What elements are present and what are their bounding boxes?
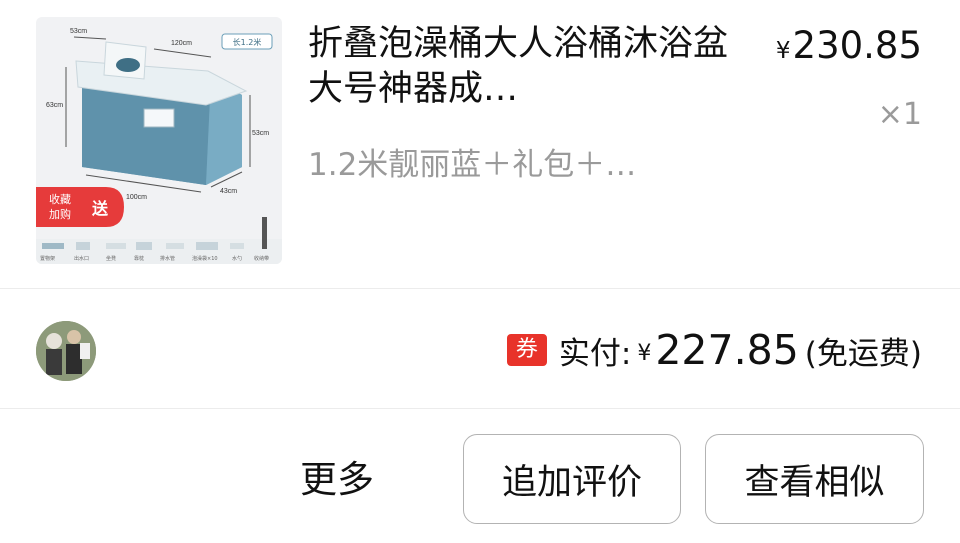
store-avatar[interactable] xyxy=(36,321,96,381)
product-title[interactable]: 折叠泡澡桶大人浴桶沐浴盆大号神器成… xyxy=(308,22,728,112)
shipping-note: (免运费) xyxy=(804,335,922,372)
accessory-label: 置物架 xyxy=(40,255,55,262)
accessory-label: 泡澡袋×10 xyxy=(192,255,218,262)
paid-amount: 券 实付: ¥ 227.85 (免运费) xyxy=(506,325,922,375)
add-review-button[interactable]: 追加评价 xyxy=(463,434,681,524)
accessory-label: 靠枕 xyxy=(134,255,144,262)
promo-gift: 送 xyxy=(91,199,109,218)
product-quantity: ×1 xyxy=(877,97,922,132)
dimension-label: 53cm xyxy=(252,130,269,137)
accessory-label: 出水口 xyxy=(74,255,89,262)
dimension-label: 43cm xyxy=(220,188,237,195)
order-item-row[interactable]: 53cm 120cm 63cm 53cm 100cm 43cm 长1.2米 收藏… xyxy=(0,0,960,288)
paid-label: 实付: xyxy=(558,335,632,372)
accessory-label: 坐凳 xyxy=(106,255,116,262)
dimension-label: 120cm xyxy=(171,40,192,47)
dimension-label: 100cm xyxy=(126,194,147,201)
paid-currency: ¥ xyxy=(637,340,652,366)
view-similar-button[interactable]: 查看相似 xyxy=(705,434,924,524)
divider xyxy=(0,408,960,409)
accessory-label: 水勺 xyxy=(232,255,242,262)
product-price: ¥230.85 xyxy=(776,22,922,75)
promo-label: 收藏 xyxy=(49,192,71,206)
product-thumbnail[interactable]: 53cm 120cm 63cm 53cm 100cm 43cm 长1.2米 收藏… xyxy=(36,17,282,264)
product-spec: 1.2米靓丽蓝＋礼包＋… xyxy=(308,147,637,183)
accessory-label: 收纳带 xyxy=(254,255,269,262)
price-currency: ¥ xyxy=(775,38,791,64)
coupon-icon: 券 xyxy=(506,334,547,366)
payment-row: 券 实付: ¥ 227.85 (免运费) xyxy=(0,289,960,409)
more-button[interactable]: 更多 xyxy=(300,455,374,505)
price-value: 230.85 xyxy=(792,24,922,67)
size-tag: 长1.2米 xyxy=(233,37,262,47)
accessory-label: 排水管 xyxy=(160,255,175,262)
promo-label: 加购 xyxy=(49,207,71,221)
paid-value: 227.85 xyxy=(655,326,799,374)
dimension-label: 63cm xyxy=(46,102,63,109)
dimension-label: 53cm xyxy=(70,28,87,35)
